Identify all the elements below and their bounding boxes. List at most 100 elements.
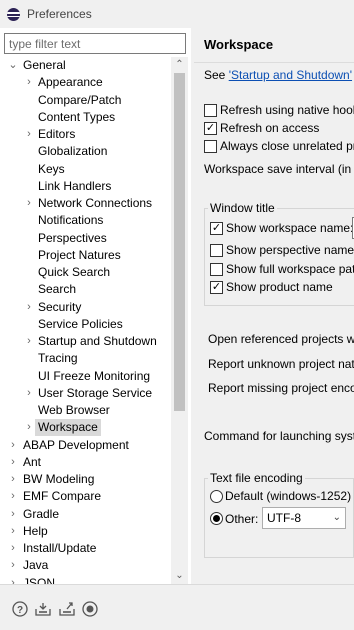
export-icon[interactable] [59,601,75,617]
tree-item-ui-freeze-monitoring[interactable]: UI Freeze Monitoring [0,368,171,385]
chevron-right-icon[interactable]: › [8,437,18,454]
chevron-down-icon[interactable]: ⌄ [8,57,18,74]
tree-item-appearance[interactable]: › Appearance [0,74,171,91]
chevron-right-icon[interactable]: › [24,385,34,402]
chevron-down-icon: ⌄ [332,512,341,523]
help-icon[interactable]: ? [12,601,28,617]
tree-item-abap-development[interactable]: › ABAP Development [0,437,171,454]
record-icon[interactable] [82,601,98,617]
tree-item-label: Startup and Shutdown [38,334,157,348]
chevron-right-icon[interactable]: › [8,575,18,585]
tree-item-label: Globalization [38,144,108,159]
tree-item-label: Install/Update [23,541,97,555]
tree-item-workspace[interactable]: › Workspace [0,419,171,437]
chevron-right-icon[interactable]: › [24,195,34,212]
tree-item-install-update[interactable]: › Install/Update [0,540,171,557]
tree-item-label: EMF Compare [23,489,102,504]
tree-item-label: Network Connections [38,196,153,210]
chevron-right-icon[interactable]: › [24,74,34,91]
tree-item-search[interactable]: Search [0,281,171,298]
tree-item-service-policies[interactable]: Service Policies [0,316,171,333]
tree-item-content-types[interactable]: Content Types [0,109,171,126]
tree-item-tracing[interactable]: Tracing [0,350,171,367]
header-separator [194,62,354,63]
tree-item-label: Search [38,282,77,297]
tree-item-web-browser[interactable]: Web Browser [0,402,171,419]
filter-input[interactable] [4,33,186,54]
tree-item-label: BW Modeling [23,472,95,486]
chevron-right-icon[interactable]: › [8,471,18,488]
tree-item-link-handlers[interactable]: Link Handlers [0,178,171,195]
show-full-path-checkbox[interactable] [210,263,223,276]
tree-item-label: Service Policies [38,316,123,331]
tree-item-project-natures[interactable]: Project Natures [0,247,171,264]
chevron-right-icon[interactable]: › [8,506,18,523]
tree-item-notifications[interactable]: Notifications [0,212,171,229]
show-workspace-name-label: Show workspace name: [226,221,354,235]
tree-item-label: Help [23,523,48,538]
tree-item-emf-compare[interactable]: › EMF Compare [0,488,171,505]
chevron-right-icon[interactable]: › [24,333,34,350]
tree-item-bw-modeling[interactable]: › BW Modeling [0,471,171,488]
default-encoding-radio[interactable] [210,490,223,503]
show-product-name-checkbox[interactable]: ✓ [210,281,223,294]
tree-item-label: Perspectives [38,230,107,245]
chevron-right-icon[interactable]: › [8,488,18,505]
scrollbar-thumb[interactable] [174,73,185,411]
tree-item-json[interactable]: › JSON [0,575,171,585]
tree-item-perspectives[interactable]: Perspectives [0,230,171,247]
tree-vertical-scrollbar[interactable]: ⌃ ⌄ [171,57,188,584]
tree-item-gradle[interactable]: › Gradle [0,506,171,523]
tree-item-label: Content Types [38,109,116,124]
tree-item-label: Keys [38,161,65,176]
chevron-right-icon[interactable]: › [8,557,18,574]
svg-text:?: ? [17,605,23,616]
refresh-native-checkbox[interactable] [204,104,217,117]
tree-item-user-storage-service[interactable]: › User Storage Service [0,385,171,402]
bottom-toolbar: ? [0,585,354,630]
see-startup-text: See 'Startup and Shutdown' fo [204,68,354,82]
tree-item-editors[interactable]: › Editors [0,126,171,143]
tree-item-general[interactable]: ⌄ General [0,57,171,74]
tree-item-label: Project Natures [38,247,121,262]
tree-item-security[interactable]: › Security [0,299,171,316]
tree-item-label: Compare/Patch [38,92,122,107]
tree-item-label: General [23,58,66,72]
tree-item-globalization[interactable]: Globalization [0,143,171,160]
chevron-right-icon[interactable]: › [8,454,18,471]
tree-item-java[interactable]: › Java [0,557,171,574]
tree-item-label: Java [23,558,49,573]
window-title-group-label: Window title [208,201,277,215]
show-workspace-name-checkbox[interactable]: ✓ [210,222,223,235]
scroll-down-icon[interactable]: ⌄ [171,569,188,583]
refresh-access-checkbox[interactable]: ✓ [204,122,217,135]
report-unknown-nature-label: Report unknown project natu [208,357,354,371]
chevron-right-icon[interactable]: › [24,299,34,316]
chevron-right-icon[interactable]: › [8,540,18,557]
tree-item-network-connections[interactable]: › Network Connections [0,195,171,212]
tree-item-help[interactable]: › Help [0,523,171,540]
tree-item-label: User Storage Service [38,385,153,400]
tree-item-label: JSON [23,575,56,585]
show-full-path-label: Show full workspace path [226,262,354,276]
tree-item-quick-search[interactable]: Quick Search [0,264,171,281]
scroll-up-icon[interactable]: ⌃ [171,58,188,72]
tree-item-keys[interactable]: Keys [0,161,171,178]
tree-item-label: Tracing [38,351,78,366]
tree-item-startup-and-shutdown[interactable]: › Startup and Shutdown [0,333,171,350]
other-encoding-radio[interactable] [210,512,223,525]
chevron-right-icon[interactable]: › [24,126,34,143]
window-title: Preferences [27,7,92,21]
startup-shutdown-link[interactable]: 'Startup and Shutdown' [229,68,352,82]
close-unrelated-checkbox[interactable] [204,140,217,153]
show-product-name-label: Show product name [226,280,333,294]
tree-item-ant[interactable]: › Ant [0,454,171,471]
show-perspective-name-label: Show perspective name [226,243,354,257]
chevron-right-icon[interactable]: › [24,419,34,436]
tree-item-compare-patch[interactable]: Compare/Patch [0,92,171,109]
import-icon[interactable] [35,601,51,617]
show-perspective-name-checkbox[interactable] [210,244,223,257]
preferences-tree-pane: ⌄ General › Appearance Compare/Patch Content … [0,28,191,584]
encoding-select[interactable]: UTF-8 ⌄ [262,507,346,529]
chevron-right-icon[interactable]: › [8,523,18,540]
